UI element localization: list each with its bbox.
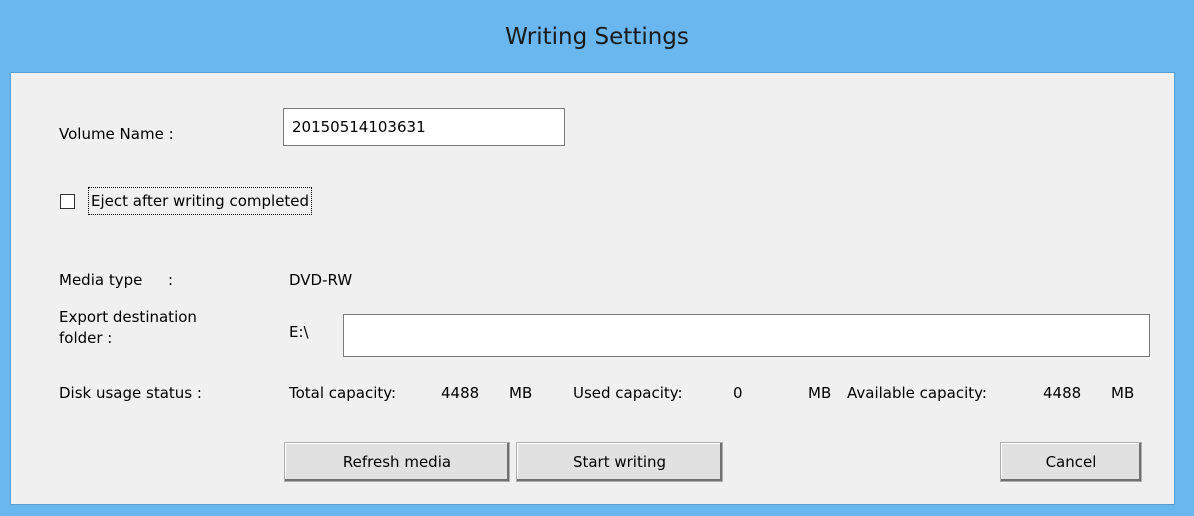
media-type-value: DVD-RW [289, 271, 353, 289]
export-drive-label: E:\ [289, 323, 309, 341]
used-capacity-unit: MB [808, 384, 832, 402]
start-writing-button[interactable]: Start writing [516, 442, 723, 482]
total-capacity-unit: MB [509, 384, 533, 402]
refresh-media-button[interactable]: Refresh media [284, 442, 510, 482]
volume-name-label: Volume Name : [59, 125, 174, 143]
eject-checkbox[interactable] [60, 194, 75, 209]
total-capacity-value: 4488 [441, 384, 480, 402]
window-title: Writing Settings [505, 24, 689, 50]
export-destination-label-line2: folder : [59, 329, 113, 347]
used-capacity-value: 0 [733, 384, 743, 402]
cancel-button[interactable]: Cancel [1000, 442, 1142, 482]
writing-settings-window: Writing Settings Volume Name : Eject aft… [0, 0, 1194, 516]
available-capacity-value: 4488 [1043, 384, 1082, 402]
dialog-body: Volume Name : Eject after writing comple… [10, 72, 1175, 505]
disk-usage-label: Disk usage status : [59, 384, 202, 402]
eject-checkbox-label[interactable]: Eject after writing completed [88, 187, 313, 215]
available-capacity-label: Available capacity: [847, 384, 987, 402]
total-capacity-label: Total capacity: [289, 384, 397, 402]
media-type-colon: : [168, 271, 174, 289]
media-type-label: Media type [59, 271, 143, 289]
available-capacity-unit: MB [1111, 384, 1135, 402]
export-destination-input[interactable] [343, 314, 1150, 357]
volume-name-input[interactable] [283, 108, 565, 146]
used-capacity-label: Used capacity: [573, 384, 683, 402]
export-destination-label-line1: Export destination [59, 308, 197, 326]
